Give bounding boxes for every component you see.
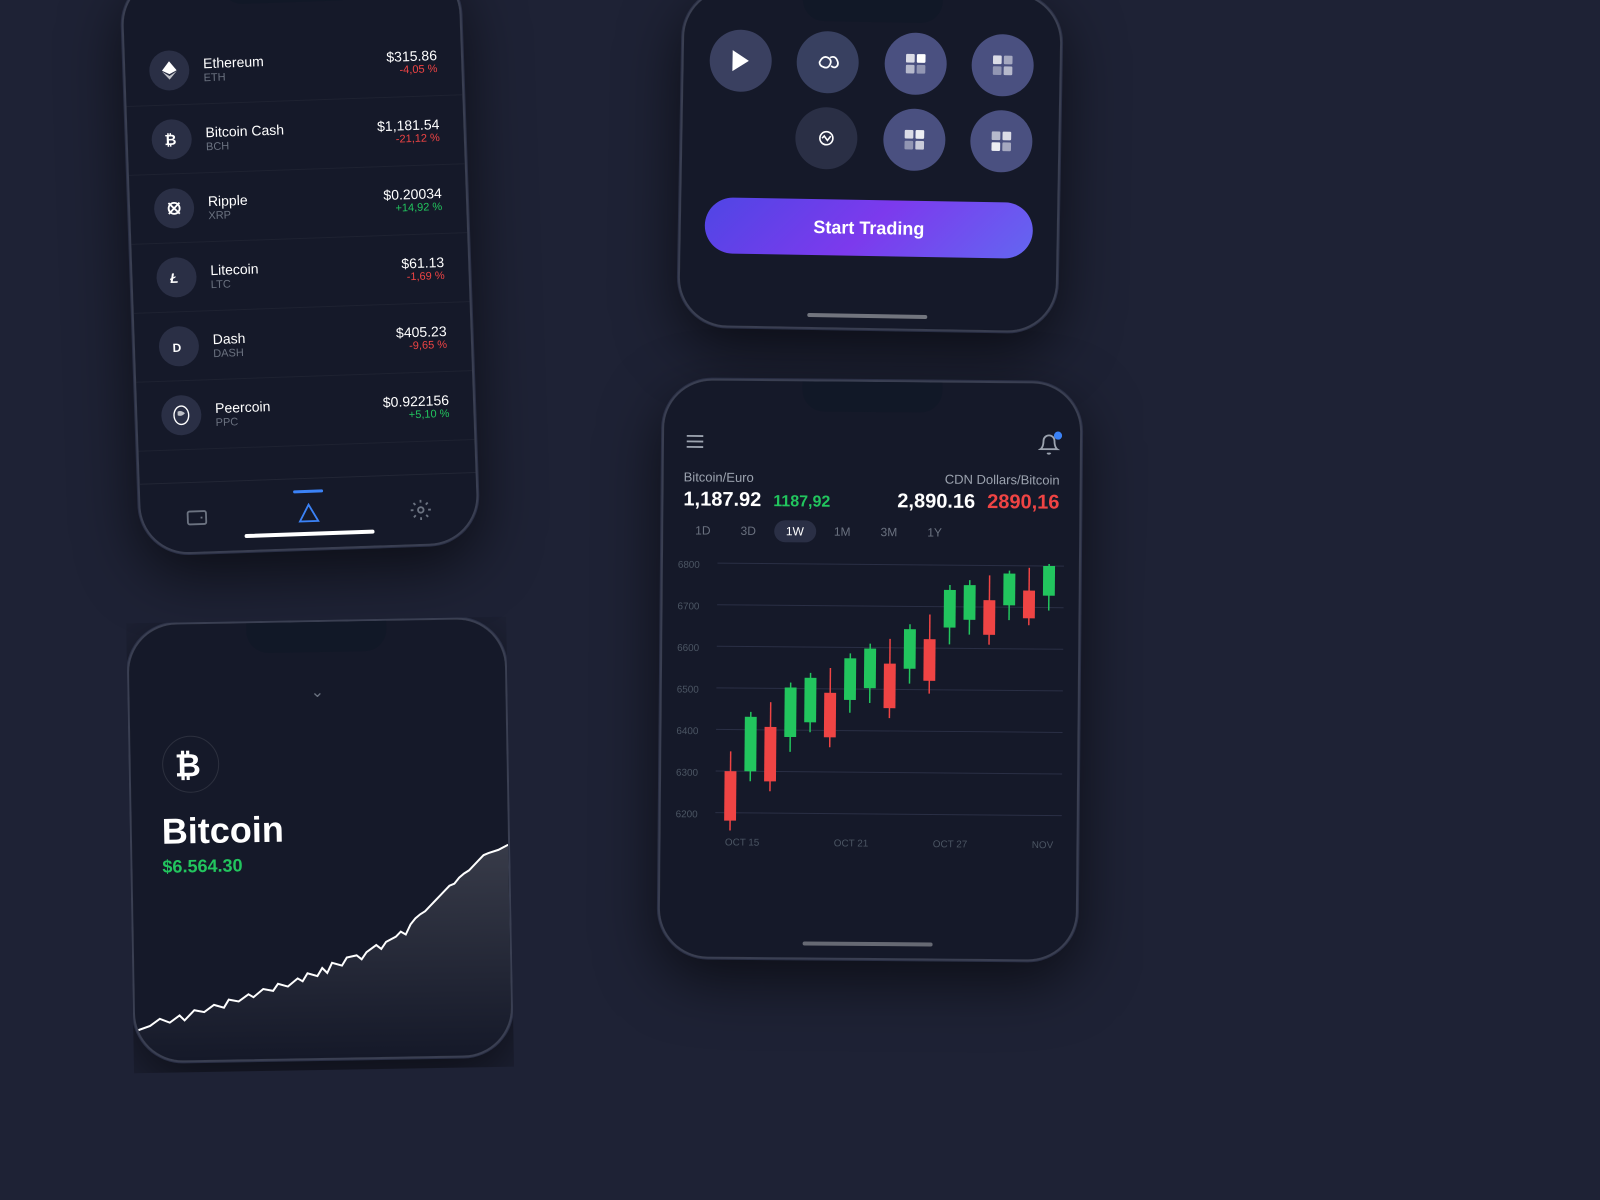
ppc-icon <box>161 395 202 436</box>
crypto-info: Peercoin PPC <box>215 394 384 429</box>
svg-text:₿: ₿ <box>164 133 177 149</box>
phone-start-trading: Start Trading <box>677 0 1063 333</box>
crypto-info: Dash DASH <box>212 324 396 359</box>
bch-icon: ₿ <box>151 119 192 160</box>
svg-text:OCT 21: OCT 21 <box>834 838 869 849</box>
app-icon[interactable] <box>970 110 1033 173</box>
home-indicator <box>803 941 933 946</box>
app-grid <box>682 0 1061 193</box>
svg-text:6400: 6400 <box>676 726 699 737</box>
phone-crypto-list: Ethereum ETH $315.86 -4,05 % ₿ Bitcoin C… <box>120 0 480 556</box>
bitcoin-icon: ₿ <box>160 734 221 795</box>
crypto-price-info: $0.20034 +14,92 % <box>383 185 442 215</box>
pair1-price-colored: 1187,92 <box>773 493 830 511</box>
pair2-label: CDN Dollars/Bitcoin <box>945 472 1060 488</box>
crypto-change: +14,92 % <box>384 201 443 215</box>
chevron-down-icon: ⌄ <box>159 679 475 705</box>
svg-text:OCT 27: OCT 27 <box>933 839 968 850</box>
crypto-price-info: $315.86 -4,05 % <box>386 47 438 77</box>
filter-1d[interactable]: 1D <box>683 519 723 541</box>
nav-portfolio-icon[interactable] <box>297 502 320 525</box>
time-filter-bar: 1D 3D 1W 1M 3M 1Y <box>663 519 1079 545</box>
crypto-price: $405.23 <box>396 323 447 341</box>
crypto-list: Ethereum ETH $315.86 -4,05 % ₿ Bitcoin C… <box>122 0 474 452</box>
list-item[interactable]: ₿ Bitcoin Cash BCH $1,181.54 -21,12 % <box>127 95 465 176</box>
filter-1y[interactable]: 1Y <box>915 521 954 543</box>
notification-bell-icon[interactable] <box>1038 433 1060 460</box>
svg-text:6600: 6600 <box>677 643 700 654</box>
xrp-icon <box>153 188 194 229</box>
eth-icon <box>149 50 190 91</box>
svg-text:Ł: Ł <box>169 271 179 286</box>
svg-text:6700: 6700 <box>677 601 700 612</box>
list-item[interactable]: Ripple XRP $0.20034 +14,92 % <box>129 164 467 245</box>
filter-3d[interactable]: 3D <box>728 520 768 542</box>
start-trading-button[interactable]: Start Trading <box>704 197 1033 259</box>
crypto-info: Ripple XRP <box>208 187 384 222</box>
crypto-change: -9,65 % <box>396 339 447 353</box>
bottom-nav <box>140 472 478 554</box>
app-icon[interactable] <box>796 31 859 94</box>
svg-text:D: D <box>172 341 181 355</box>
crypto-price-info: $1,181.54 -21,12 % <box>377 116 440 146</box>
pair1-price: 1,187.92 <box>683 488 761 512</box>
crypto-change: -1,69 % <box>402 270 445 283</box>
filter-1w[interactable]: 1W <box>774 520 816 542</box>
app-icon[interactable] <box>883 108 946 171</box>
home-indicator <box>807 313 927 319</box>
crypto-change: -21,12 % <box>377 132 440 146</box>
crypto-price-info: $61.13 -1,69 % <box>401 254 445 283</box>
crypto-info: Litecoin LTC <box>210 255 402 291</box>
menu-icon[interactable] <box>684 430 706 457</box>
filter-3m[interactable]: 3M <box>868 521 909 543</box>
start-trading-label: Start Trading <box>813 217 924 240</box>
svg-text:6800: 6800 <box>678 560 701 571</box>
list-item[interactable]: Ethereum ETH $315.86 -4,05 % <box>124 26 462 107</box>
nav-settings-icon[interactable] <box>409 498 432 521</box>
svg-text:6300: 6300 <box>676 768 699 779</box>
crypto-price: $315.86 <box>386 47 437 65</box>
crypto-price-info: $0.922156 +5,10 % <box>383 392 450 422</box>
trading-pairs: Bitcoin/Euro CDN Dollars/Bitcoin 1,187.9… <box>663 469 1079 523</box>
app-icon[interactable] <box>709 29 772 92</box>
candlestick-chart-area: 6800 6700 6600 6500 6400 6300 6200 <box>660 551 1079 870</box>
crypto-info: Bitcoin Cash BCH <box>205 118 378 153</box>
dash-icon: D <box>158 326 199 367</box>
nav-wallet-icon[interactable] <box>186 506 209 529</box>
filter-1m[interactable]: 1M <box>822 521 863 543</box>
crypto-change: +5,10 % <box>383 408 450 422</box>
bitcoin-line-chart <box>132 835 512 1062</box>
list-item[interactable]: Peercoin PPC $0.922156 +5,10 % <box>136 371 474 452</box>
app-icon[interactable] <box>971 34 1034 97</box>
list-item[interactable]: Ł Litecoin LTC $61.13 -1,69 % <box>131 233 469 314</box>
app-icon[interactable] <box>795 107 858 170</box>
svg-text:₿: ₿ <box>174 747 201 783</box>
svg-text:NOV: NOV <box>1032 840 1054 851</box>
crypto-price-info: $405.23 -9,65 % <box>396 323 448 353</box>
svg-text:OCT 15: OCT 15 <box>725 837 760 848</box>
app-icon-active[interactable] <box>884 32 947 95</box>
svg-text:6500: 6500 <box>677 684 700 695</box>
phone-bitcoin-detail: ⌄ ₿ Bitcoin $6.564.30 <box>126 617 514 1064</box>
pair1-label: Bitcoin/Euro <box>684 469 754 485</box>
crypto-price: $61.13 <box>401 254 444 271</box>
pair2-price: 2,890.16 <box>897 490 975 514</box>
pair2-price-colored: 2890,16 <box>987 491 1059 515</box>
svg-text:6200: 6200 <box>676 809 699 820</box>
crypto-info: Ethereum ETH <box>203 48 387 83</box>
ltc-icon: Ł <box>156 257 197 298</box>
crypto-change: -4,05 % <box>387 63 438 77</box>
phone-candlestick: Bitcoin/Euro CDN Dollars/Bitcoin 1,187.9… <box>657 378 1082 962</box>
list-item[interactable]: D Dash DASH $405.23 -9,65 % <box>134 302 472 383</box>
